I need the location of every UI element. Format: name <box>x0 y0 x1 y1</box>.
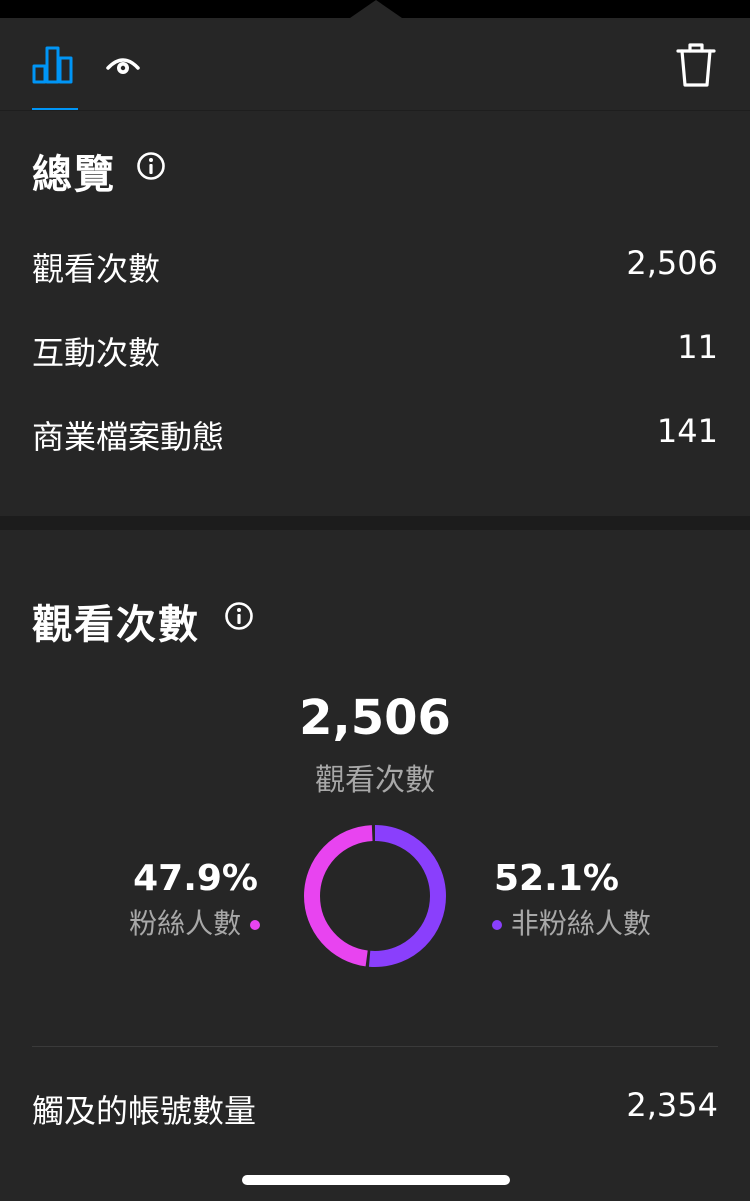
non-followers-legend: 非粉絲人數 <box>492 902 651 942</box>
metric-label: 觸及的帳號數量 <box>32 1092 257 1130</box>
metric-row-interactions[interactable]: 互動次數 11 <box>32 328 718 372</box>
active-tab-indicator <box>32 108 78 110</box>
home-indicator[interactable] <box>242 1175 510 1185</box>
popover-notch <box>350 0 402 18</box>
overview-title: 總覽 <box>32 152 116 198</box>
metric-row-views[interactable]: 觀看次數 2,506 <box>32 244 718 288</box>
eye-icon[interactable] <box>106 54 140 78</box>
tab-bar <box>0 18 750 111</box>
views-donut-chart <box>304 825 446 967</box>
section-separator <box>0 516 750 530</box>
followers-dot <box>250 920 260 930</box>
metric-value: 11 <box>677 328 718 366</box>
non-followers-dot <box>492 920 502 930</box>
non-followers-percent: 52.1% <box>494 858 619 899</box>
metric-label: 商業檔案動態 <box>32 418 225 456</box>
divider <box>32 1046 718 1047</box>
followers-label: 粉絲人數 <box>129 907 242 940</box>
metric-label: 觀看次數 <box>32 250 161 288</box>
info-icon[interactable] <box>136 151 166 181</box>
metric-row-accounts-reached[interactable]: 觸及的帳號數量 2,354 <box>32 1086 718 1130</box>
views-total-value: 2,506 <box>299 690 451 746</box>
trash-icon[interactable] <box>676 42 716 88</box>
metric-value: 2,354 <box>626 1086 718 1124</box>
followers-percent: 47.9% <box>133 858 258 899</box>
metric-value: 141 <box>656 412 718 450</box>
views-total-label: 觀看次數 <box>315 763 435 798</box>
info-icon[interactable] <box>224 601 254 631</box>
followers-legend: 粉絲人數 <box>129 902 260 942</box>
metric-label: 互動次數 <box>32 334 161 372</box>
non-followers-label: 非粉絲人數 <box>510 907 651 940</box>
metric-value: 2,506 <box>626 244 718 282</box>
views-title: 觀看次數 <box>32 602 200 648</box>
bar-chart-icon[interactable] <box>32 44 76 84</box>
metric-row-profile-activity[interactable]: 商業檔案動態 141 <box>32 412 718 456</box>
